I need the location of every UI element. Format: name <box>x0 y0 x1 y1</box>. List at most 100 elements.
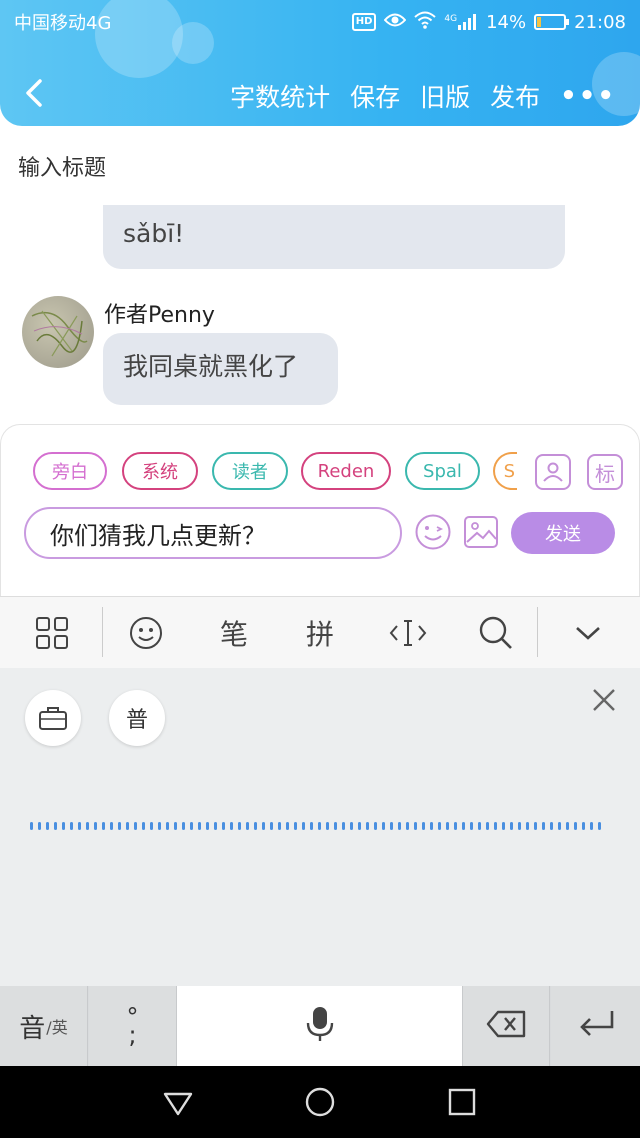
waveform-dot <box>70 822 73 830</box>
role-chip-partial[interactable]: S <box>493 452 517 490</box>
search-icon[interactable] <box>474 611 518 655</box>
waveform-dot <box>598 822 601 830</box>
lang-sub-label: /英 <box>46 1018 68 1037</box>
waveform-dot <box>518 822 521 830</box>
title-field[interactable]: 输入标题 <box>18 150 106 182</box>
waveform-dot <box>254 822 257 830</box>
chevron-down-icon[interactable] <box>568 611 608 655</box>
old-version-button[interactable]: 旧版 <box>420 78 470 114</box>
status-bar: 中国移动4G HD 4G 14% 21:08 <box>14 8 626 36</box>
waveform-dot <box>486 822 489 830</box>
message-input[interactable]: 你们猜我几点更新？ <box>24 507 402 559</box>
waveform-dot <box>358 822 361 830</box>
system-nav-bar <box>0 1066 640 1138</box>
waveform-dot <box>574 822 577 830</box>
waveform-dot <box>326 822 329 830</box>
waveform-dot <box>182 822 185 830</box>
publish-button[interactable]: 发布 <box>490 78 540 114</box>
apps-grid-icon[interactable] <box>32 611 72 655</box>
language-switch-key[interactable]: 音/英 <box>0 986 88 1066</box>
image-upload-icon[interactable] <box>463 515 499 549</box>
waveform-dot <box>142 822 145 830</box>
waveform-dot <box>262 822 265 830</box>
waveform-dot <box>438 822 441 830</box>
toolbox-icon[interactable] <box>25 690 81 746</box>
toolbar-divider <box>537 607 538 657</box>
save-button[interactable]: 保存 <box>350 78 400 114</box>
waveform-dot <box>94 822 97 830</box>
app-header: 中国移动4G HD 4G 14% 21:08 字数统计 保存 旧版 发布 ••• <box>0 0 640 126</box>
waveform-dot <box>494 822 497 830</box>
header-actions: 字数统计 保存 旧版 发布 ••• <box>230 78 616 114</box>
nav-home-circle-icon[interactable] <box>304 1086 336 1118</box>
voice-input-panel: 普 <box>0 668 640 986</box>
word-count-button[interactable]: 字数统计 <box>230 78 330 114</box>
waveform-dot <box>430 822 433 830</box>
waveform-dot <box>390 822 393 830</box>
backspace-key[interactable] <box>462 986 550 1066</box>
role-chip-spal[interactable]: Spal <box>405 452 480 490</box>
waveform-dot <box>102 822 105 830</box>
role-chip-narrator[interactable]: 旁白 <box>33 452 107 490</box>
waveform-dot <box>118 822 121 830</box>
microphone-key[interactable] <box>177 986 462 1066</box>
voice-language-button[interactable]: 普 <box>109 690 165 746</box>
waveform-dot <box>110 822 113 830</box>
waveform-dot <box>590 822 593 830</box>
waveform-dot <box>222 822 225 830</box>
waveform-dot <box>566 822 569 830</box>
chat-bubble-previous: sǎbī! <box>103 205 565 269</box>
character-manage-icon[interactable] <box>535 454 571 490</box>
waveform-dot <box>86 822 89 830</box>
waveform-dot <box>542 822 545 830</box>
waveform-dot <box>550 822 553 830</box>
lang-main-label: 音 <box>19 1013 46 1044</box>
waveform-dot <box>334 822 337 830</box>
role-chip-reden[interactable]: Reden <box>301 452 391 490</box>
waveform-dot <box>382 822 385 830</box>
waveform-dot <box>126 822 129 830</box>
punct-bottom: ; <box>128 1021 137 1049</box>
waveform-dot <box>278 822 281 830</box>
keyboard-bottom-row: 音/英 ° ; <box>0 986 640 1066</box>
emoji-icon[interactable] <box>126 611 166 655</box>
send-button[interactable]: 发送 <box>511 512 615 554</box>
enter-key[interactable] <box>551 986 640 1066</box>
signal-icon: 4G <box>444 14 478 30</box>
emoji-picker-icon[interactable] <box>414 513 452 551</box>
battery-fill <box>537 17 542 27</box>
waveform-dot <box>270 822 273 830</box>
handwriting-key[interactable]: 笔 <box>212 611 256 655</box>
waveform-dot <box>422 822 425 830</box>
role-chip-system[interactable]: 系统 <box>122 452 198 490</box>
waveform-dot <box>198 822 201 830</box>
nav-back-triangle-icon[interactable] <box>162 1086 194 1118</box>
carrier-label: 中国移动4G <box>14 13 112 34</box>
tag-button[interactable]: 标 <box>587 454 623 490</box>
waveform-dot <box>558 822 561 830</box>
author-avatar[interactable] <box>22 296 94 368</box>
close-icon[interactable] <box>592 688 616 712</box>
waveform-dot <box>158 822 161 830</box>
waveform-dot <box>462 822 465 830</box>
waveform-dot <box>246 822 249 830</box>
clock: 21:08 <box>574 11 626 33</box>
more-menu-icon[interactable]: ••• <box>560 81 616 111</box>
enter-icon <box>576 1009 616 1043</box>
cursor-edit-icon[interactable] <box>386 611 430 655</box>
waveform-dot <box>190 822 193 830</box>
waveform-dot <box>302 822 305 830</box>
waveform-dot <box>510 822 513 830</box>
waveform-dot <box>214 822 217 830</box>
voice-waveform <box>30 822 601 830</box>
eye-icon <box>384 12 407 33</box>
role-chip-reader[interactable]: 读者 <box>212 452 288 490</box>
waveform-dot <box>374 822 377 830</box>
waveform-dot <box>454 822 457 830</box>
nav-recents-square-icon[interactable] <box>446 1086 478 1118</box>
punctuation-key[interactable]: ° ; <box>89 986 177 1066</box>
waveform-dot <box>502 822 505 830</box>
waveform-dot <box>286 822 289 830</box>
pinyin-key[interactable]: 拼 <box>298 611 342 655</box>
back-arrow-icon[interactable] <box>22 78 46 108</box>
